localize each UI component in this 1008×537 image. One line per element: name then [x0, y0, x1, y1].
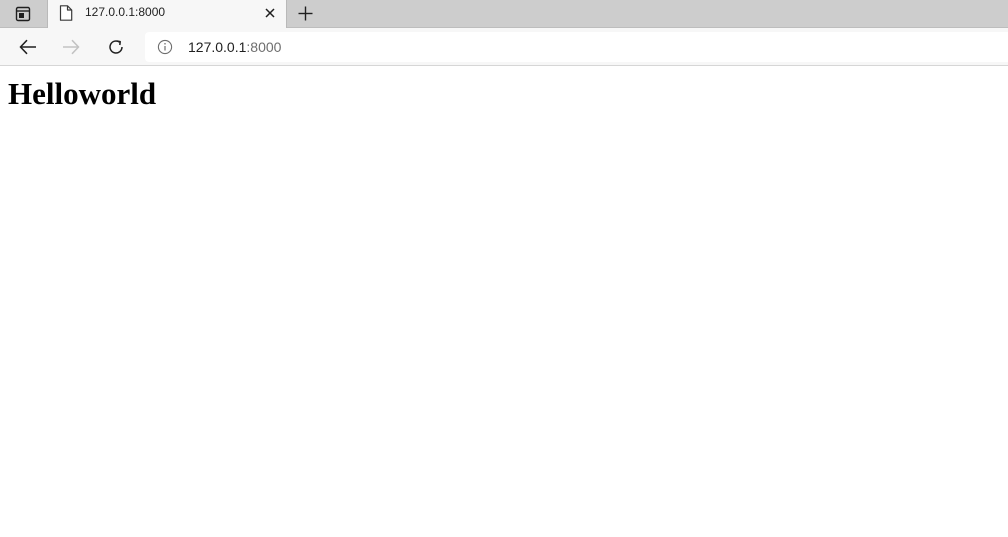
page-icon: [59, 5, 73, 21]
tab-close-button[interactable]: [263, 6, 277, 20]
page-content: Helloworld: [0, 66, 1008, 537]
new-tab-button[interactable]: [293, 2, 317, 24]
url-port: :8000: [246, 39, 282, 55]
tab-actions-button[interactable]: [0, 0, 46, 27]
url-text[interactable]: 127.0.0.1:8000: [188, 39, 281, 55]
arrow-right-icon: [63, 39, 80, 55]
plus-icon: [298, 6, 312, 20]
browser-window: 127.0.0.1:8000 127.0.0.1:8000 Helloworld: [0, 0, 1008, 537]
reload-button[interactable]: [103, 34, 129, 60]
tab-actions-icon: [15, 6, 31, 21]
info-icon[interactable]: [157, 39, 173, 55]
page-heading: Helloworld: [8, 76, 157, 111]
arrow-left-icon: [19, 39, 36, 55]
tab-active[interactable]: 127.0.0.1:8000: [47, 0, 287, 28]
navigation-toolbar: 127.0.0.1:8000: [0, 28, 1008, 66]
forward-button[interactable]: [58, 34, 84, 60]
back-button[interactable]: [15, 34, 41, 60]
close-icon: [265, 8, 275, 18]
tab-strip: 127.0.0.1:8000: [0, 0, 1008, 28]
tab-title: 127.0.0.1:8000: [85, 5, 166, 19]
url-host: 127.0.0.1: [188, 39, 247, 55]
address-bar[interactable]: 127.0.0.1:8000: [145, 32, 1008, 62]
reload-icon: [109, 40, 123, 54]
